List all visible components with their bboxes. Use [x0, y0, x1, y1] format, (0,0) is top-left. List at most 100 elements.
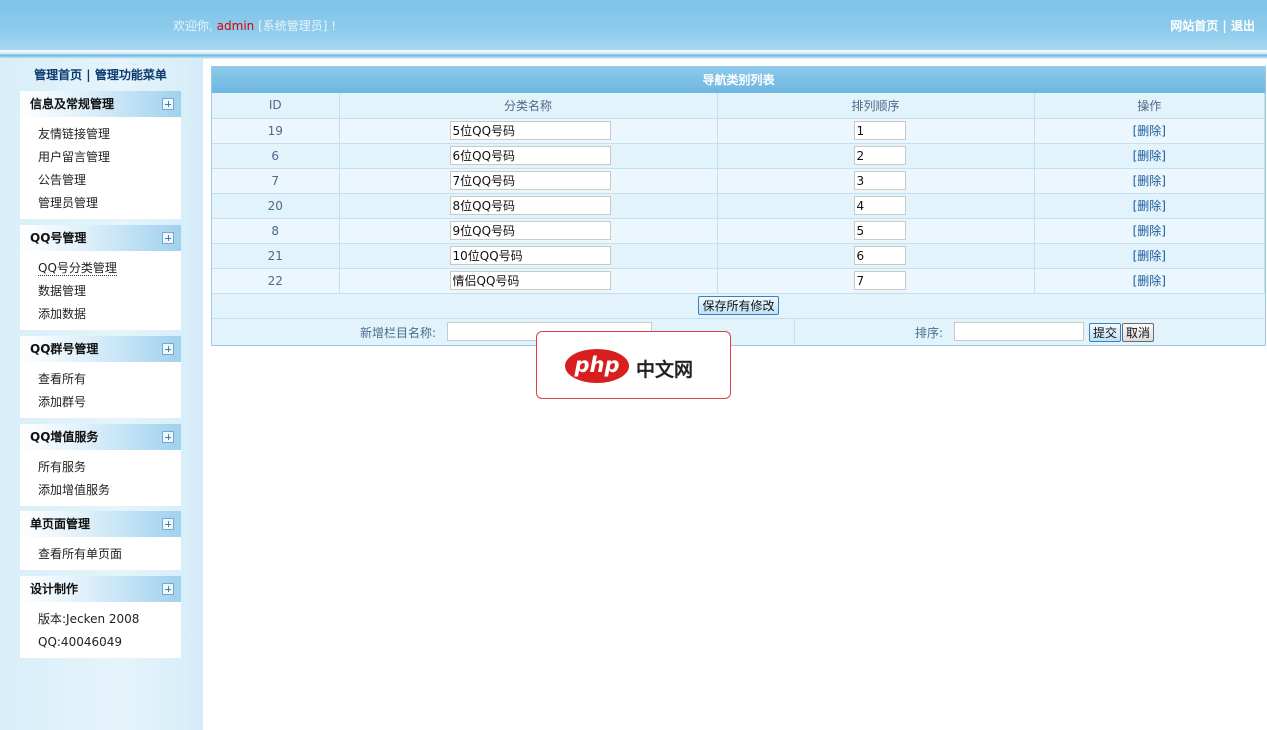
category-order-input[interactable]: [853, 196, 906, 215]
category-order-input[interactable]: [853, 146, 906, 165]
contact-qq-text: QQ:40046049: [38, 635, 123, 649]
admin-menu-link[interactable]: 管理功能菜单: [95, 68, 167, 82]
sidebar-item-add-service[interactable]: 添加增值服务: [38, 479, 181, 502]
sidebar-item-label[interactable]: 所有服务: [38, 460, 86, 474]
sidebar-item-label[interactable]: 管理员管理: [38, 196, 98, 210]
sidebar: 管理首页 | 管理功能菜单 信息及常规管理 友情链接管理 用户留言管理 公告管理…: [0, 59, 203, 730]
category-table: ID 分类名称 排列顺序 操作 19 [删除] 6 [删除] 7 [删除] 20: [212, 93, 1265, 294]
table-row: 21 [删除]: [212, 243, 1265, 269]
sidebar-item-label[interactable]: 添加增值服务: [38, 483, 110, 497]
user-role: [系统管理员]: [258, 19, 328, 33]
delete-link[interactable]: [删除]: [1133, 274, 1166, 288]
table-title: 导航类别列表: [212, 67, 1265, 93]
category-name-input[interactable]: [449, 221, 611, 240]
row-action-cell: [删除]: [1034, 143, 1265, 169]
category-order-input[interactable]: [853, 221, 906, 240]
category-name-input[interactable]: [449, 271, 611, 290]
panel-header[interactable]: 信息及常规管理: [20, 91, 181, 117]
row-name-cell: [339, 243, 718, 269]
delete-link[interactable]: [删除]: [1133, 224, 1166, 238]
panel-header[interactable]: 设计制作: [20, 576, 181, 602]
sidebar-item-label[interactable]: QQ号分类管理: [38, 261, 117, 276]
cancel-button[interactable]: 取消: [1122, 322, 1155, 342]
sidebar-item-label[interactable]: 添加群号: [38, 395, 86, 409]
delete-link[interactable]: [删除]: [1133, 124, 1166, 138]
add-name-label: 新增栏目名称:: [360, 325, 437, 340]
expand-toggle-icon[interactable]: [162, 431, 174, 443]
panel-header[interactable]: QQ群号管理: [20, 336, 181, 362]
sidebar-item-label[interactable]: 查看所有单页面: [38, 547, 122, 561]
site-home-link[interactable]: 网站首页: [1170, 19, 1218, 33]
expand-toggle-icon[interactable]: [162, 232, 174, 244]
row-id: 7: [212, 168, 340, 194]
sidebar-item-user-messages[interactable]: 用户留言管理: [38, 146, 181, 169]
row-id: 20: [212, 193, 340, 219]
category-name-input[interactable]: [449, 146, 611, 165]
panel-design-credits: 设计制作 版本:Jecken 2008 QQ:40046049: [20, 576, 181, 658]
sidebar-item-label[interactable]: 数据管理: [38, 284, 86, 298]
delete-link[interactable]: [删除]: [1133, 249, 1166, 263]
category-order-input[interactable]: [853, 271, 906, 290]
sidebar-item-label[interactable]: 友情链接管理: [38, 127, 110, 141]
row-order-cell: [717, 118, 1035, 144]
sidebar-item-announcements[interactable]: 公告管理: [38, 169, 181, 192]
category-order-input[interactable]: [853, 171, 906, 190]
category-name-input[interactable]: [449, 121, 611, 140]
logout-link[interactable]: 退出: [1231, 19, 1255, 33]
sidebar-item-add-data[interactable]: 添加数据: [38, 303, 181, 326]
delete-link[interactable]: [删除]: [1133, 174, 1166, 188]
category-name-input[interactable]: [449, 246, 611, 265]
add-order-label: 排序:: [915, 325, 944, 340]
save-all-button[interactable]: 保存所有修改: [698, 295, 779, 315]
sidebar-item-label[interactable]: 查看所有: [38, 372, 86, 386]
row-name-cell: [339, 268, 718, 294]
admin-home-link[interactable]: 管理首页: [34, 68, 82, 82]
sidebar-item-view-pages[interactable]: 查看所有单页面: [38, 543, 181, 566]
category-order-input[interactable]: [853, 121, 906, 140]
sidebar-item-data-manage[interactable]: 数据管理: [38, 280, 181, 303]
expand-toggle-icon[interactable]: [162, 583, 174, 595]
category-name-input[interactable]: [449, 171, 611, 190]
panel-body: 所有服务 添加增值服务: [20, 450, 181, 506]
row-action-cell: [删除]: [1034, 193, 1265, 219]
php-logo: php: [565, 349, 629, 383]
sidebar-item-label[interactable]: 添加数据: [38, 307, 86, 321]
panel-single-pages: 单页面管理 查看所有单页面: [20, 511, 181, 570]
welcome-prefix: 欢迎你,: [173, 19, 213, 33]
sidebar-item-label[interactable]: 用户留言管理: [38, 150, 110, 164]
panel-body: 查看所有单页面: [20, 537, 181, 570]
delete-link[interactable]: [删除]: [1133, 199, 1166, 213]
row-name-cell: [339, 218, 718, 244]
expand-toggle-icon[interactable]: [162, 518, 174, 530]
submit-button[interactable]: 提交: [1089, 322, 1122, 342]
panel-header[interactable]: QQ增值服务: [20, 424, 181, 450]
save-row: 保存所有修改: [212, 294, 1265, 319]
panel-title: QQ增值服务: [30, 430, 99, 444]
panel-qq-groups: QQ群号管理 查看所有 添加群号: [20, 336, 181, 418]
sidebar-item-friend-links[interactable]: 友情链接管理: [38, 123, 181, 146]
sidebar-item-label[interactable]: 公告管理: [38, 173, 86, 187]
panel-qq-services: QQ增值服务 所有服务 添加增值服务: [20, 424, 181, 506]
contact-qq: QQ:40046049: [38, 631, 181, 654]
category-name-input[interactable]: [449, 196, 611, 215]
panel-header[interactable]: 单页面管理: [20, 511, 181, 537]
delete-link[interactable]: [删除]: [1133, 149, 1166, 163]
category-list-panel: 导航类别列表 ID 分类名称 排列顺序 操作 19 [删除] 6 [删除] 7 …: [211, 66, 1266, 346]
panel-title: 单页面管理: [30, 517, 91, 531]
table-header-row: ID 分类名称 排列顺序 操作: [212, 93, 1265, 119]
sidebar-item-add-group[interactable]: 添加群号: [38, 391, 181, 414]
category-order-input[interactable]: [853, 246, 906, 265]
new-category-order-input[interactable]: [954, 321, 1084, 341]
row-name-cell: [339, 168, 718, 194]
sidebar-item-all-services[interactable]: 所有服务: [38, 456, 181, 479]
expand-toggle-icon[interactable]: [162, 343, 174, 355]
panel-header[interactable]: QQ号管理: [20, 225, 181, 251]
sidebar-item-admins[interactable]: 管理员管理: [38, 192, 181, 215]
add-row-divider: [794, 318, 795, 345]
column-header-action: 操作: [1034, 93, 1265, 119]
table-row: 20 [删除]: [212, 193, 1265, 219]
sidebar-item-view-all-groups[interactable]: 查看所有: [38, 368, 181, 391]
expand-toggle-icon[interactable]: [162, 98, 174, 110]
version-text: 版本:Jecken 2008: [38, 612, 140, 626]
sidebar-item-qq-categories[interactable]: QQ号分类管理: [38, 257, 181, 280]
